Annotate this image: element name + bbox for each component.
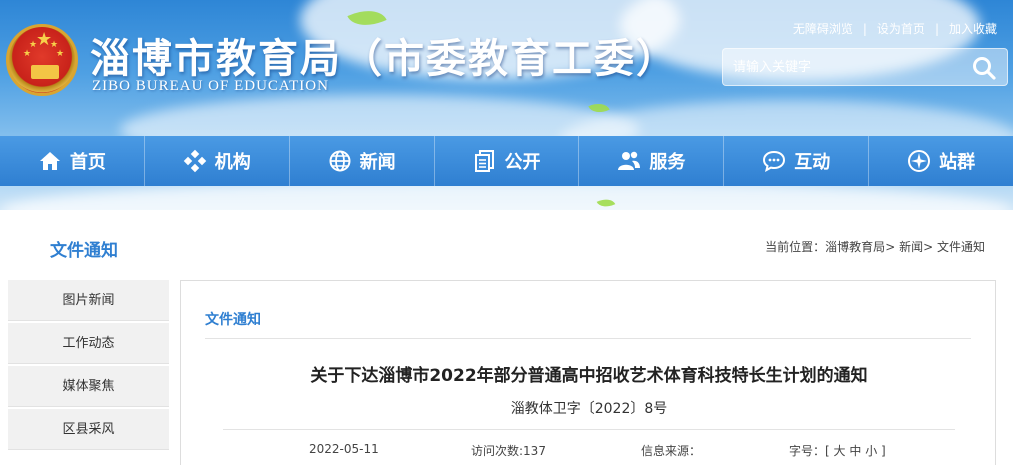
top-links: 无障碍浏览 | 设为首页 | 加入收藏 (792, 22, 997, 36)
search-box (722, 48, 1008, 86)
nav-label: 互动 (794, 152, 831, 173)
nav-interaction[interactable]: 互动 (724, 136, 870, 186)
documents-icon (474, 150, 494, 172)
sidebar-item-picture-news[interactable]: 图片新闻 (8, 280, 169, 321)
font-size-medium-button[interactable]: 中 (849, 444, 861, 458)
article-doc-number: 淄教体卫字〔2022〕8号 (510, 401, 668, 417)
sidebar-item-media-focus[interactable]: 媒体聚焦 (8, 366, 169, 407)
breadcrumb: 当前位置：淄博教育局> 新闻> 文件通知 (765, 238, 985, 255)
set-homepage-link[interactable]: 设为首页 (877, 22, 925, 36)
divider (205, 338, 971, 339)
add-favorite-link[interactable]: 加入收藏 (949, 22, 997, 36)
section-title: 文件通知 (50, 241, 118, 261)
visits-count: 137 (523, 444, 546, 458)
accessibility-link[interactable]: 无障碍浏览 (793, 22, 853, 36)
breadcrumb-item[interactable]: 新闻 (899, 240, 923, 254)
article-visits: 访问次数:137 (471, 442, 546, 459)
home-icon (39, 152, 60, 170)
chat-icon (763, 150, 786, 172)
sidebar-item-work-updates[interactable]: 工作动态 (8, 323, 169, 364)
nav-public[interactable]: 公开 (435, 136, 580, 186)
breadcrumb-prefix: 当前位置： (765, 240, 826, 254)
organization-icon (183, 149, 207, 173)
breadcrumb-item[interactable]: 淄博教育局 (825, 240, 885, 254)
article-date: 2022-05-11 (309, 442, 379, 456)
article-title: 关于下达淄博市2022年部分普通高中招收艺术体育科技特长生计划的通知 (310, 366, 868, 386)
nav-organization[interactable]: 机构 (145, 136, 290, 186)
nav-label: 公开 (504, 152, 541, 173)
nav-label: 新闻 (359, 152, 396, 173)
article-source: 信息来源： (641, 442, 701, 459)
nav-site-group[interactable]: 站群 (869, 136, 1013, 186)
source-label: 信息来源： (641, 444, 702, 458)
breadcrumb-separator: > (885, 240, 896, 254)
sidebar-item-district-reports[interactable]: 区县采风 (8, 409, 169, 450)
article-category: 文件通知 (205, 312, 261, 328)
search-input[interactable] (723, 49, 963, 85)
font-size-large-button[interactable]: 大 (834, 444, 846, 458)
globe-icon (329, 150, 351, 172)
breadcrumb-separator: > (923, 240, 934, 254)
font-size-control: 字号：[ 大 中 小 ] (789, 442, 886, 459)
site-subtitle: ZIBO BUREAU OF EDUCATION (92, 78, 329, 94)
nav-label: 机构 (214, 152, 251, 173)
font-size-close: ] (881, 444, 886, 458)
nav-label: 首页 (69, 152, 106, 173)
article-panel: 文件通知 关于下达淄博市2022年部分普通高中招收艺术体育科技特长生计划的通知 … (180, 280, 996, 465)
people-icon (618, 151, 641, 170)
content-area: 文件通知 当前位置：淄博教育局> 新闻> 文件通知 图片新闻 工作动态 媒体聚焦… (0, 210, 1013, 465)
nav-label: 站群 (939, 152, 976, 173)
font-size-label: 字号：[ (789, 444, 830, 458)
site-header: ★ ★ ★ ★ ★ 淄博市教育局（市委教育工委） ZIBO BUREAU OF … (0, 0, 1013, 210)
nav-news[interactable]: 新闻 (290, 136, 435, 186)
nav-label: 服务 (649, 152, 686, 173)
site-title: 淄博市教育局（市委教育工委） (90, 36, 678, 82)
font-size-small-button[interactable]: 小 (865, 444, 877, 458)
compass-icon (908, 150, 931, 172)
visits-label: 访问次数: (471, 444, 524, 458)
divider (223, 429, 955, 430)
breadcrumb-item[interactable]: 文件通知 (937, 240, 985, 254)
sidebar: 图片新闻 工作动态 媒体聚焦 区县采风 (8, 280, 169, 452)
national-emblem-logo: ★ ★ ★ ★ ★ (6, 24, 78, 96)
nav-home[interactable]: 首页 (0, 136, 145, 186)
search-icon[interactable] (971, 55, 997, 81)
nav-service[interactable]: 服务 (579, 136, 725, 186)
main-nav: 首页 机构 新闻 公开 服务 互动 站群 (0, 136, 1013, 186)
